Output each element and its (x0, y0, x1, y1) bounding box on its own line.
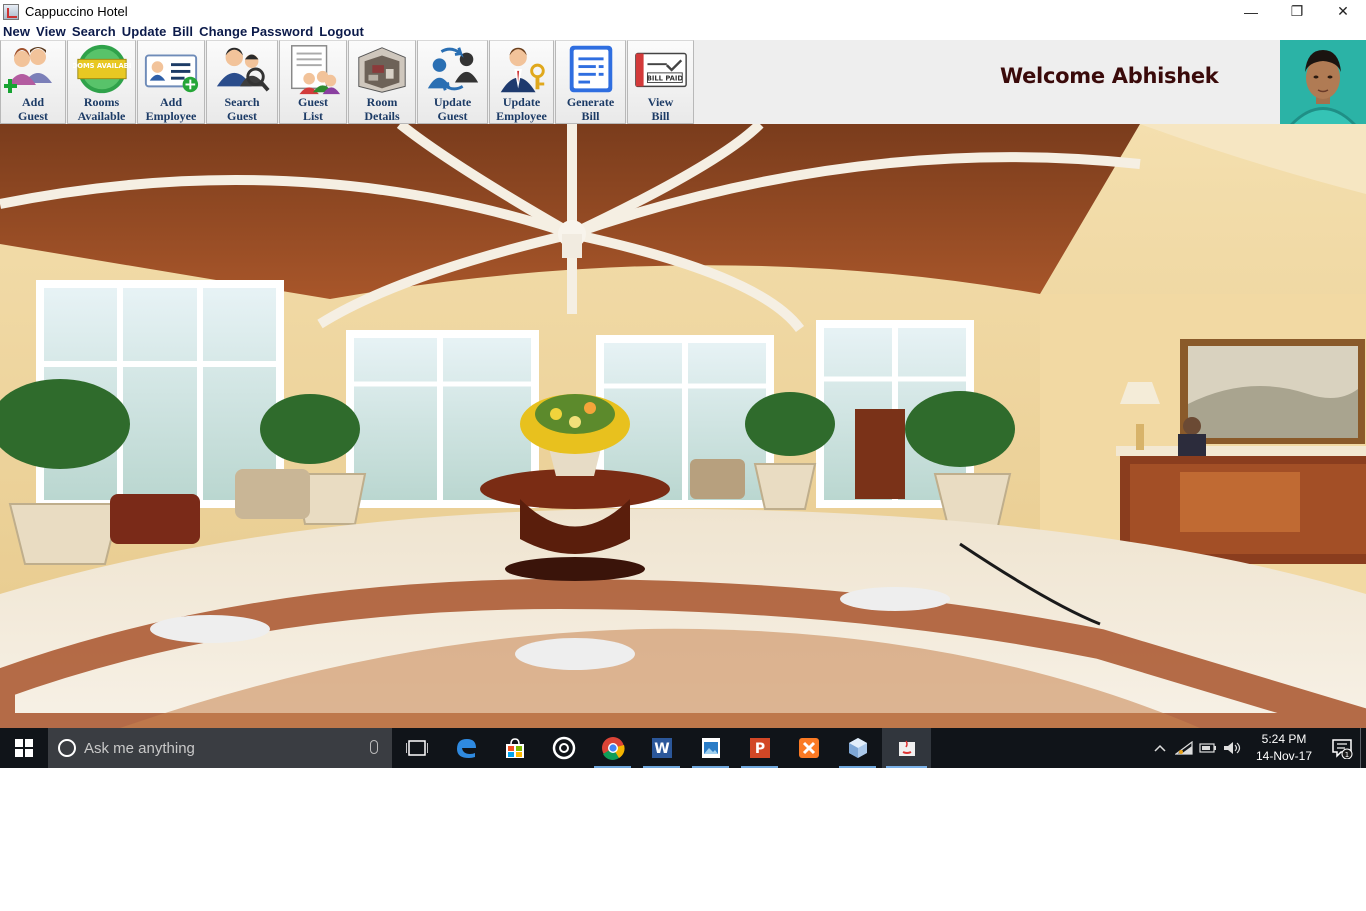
chevron-up-icon[interactable] (1148, 728, 1172, 768)
update-employee-button[interactable]: Update Employee (489, 40, 554, 124)
edge-icon[interactable] (441, 728, 490, 768)
view-bill-button[interactable]: BILL PAID View Bill (627, 40, 694, 124)
add-guest-icon (4, 42, 62, 95)
volume-icon[interactable] (1220, 728, 1244, 768)
search-guest-label: Search Guest (224, 95, 260, 123)
microphone-icon[interactable] (370, 740, 378, 754)
menu-change-password[interactable]: Change Password (199, 24, 313, 39)
hotel-lobby-image (0, 124, 1366, 728)
close-button[interactable]: ✕ (1320, 0, 1366, 23)
window-controls: — ❐ ✕ (1228, 0, 1366, 23)
menu-bar: New View Search Update Bill Change Passw… (0, 23, 1366, 40)
update-guest-label: Update Guest (433, 95, 472, 123)
wifi-icon[interactable] (1172, 728, 1196, 768)
generate-bill-button[interactable]: Generate Bill (555, 40, 626, 124)
search-guest-button[interactable]: Search Guest (206, 40, 278, 124)
groove-icon[interactable] (539, 728, 588, 768)
update-employee-label: Update Employee (496, 95, 547, 123)
svg-text:P: P (754, 741, 764, 757)
room-details-button[interactable]: Room Details (348, 40, 416, 124)
generate-bill-label: Generate Bill (566, 95, 615, 123)
search-guest-icon (213, 42, 271, 95)
menu-bill[interactable]: Bill (172, 24, 193, 39)
task-view-icon[interactable] (392, 728, 441, 768)
view-bill-label: View Bill (647, 95, 674, 123)
add-employee-label: Add Employee (145, 95, 197, 123)
windows-logo-icon (15, 739, 33, 757)
rooms-available-button[interactable]: ROOMS AVAILABLE RoomsAvailable (67, 40, 136, 124)
menu-view[interactable]: View (36, 24, 66, 39)
taskbar-clock[interactable]: 5:24 PM 14-Nov-17 (1250, 731, 1318, 765)
powerpoint-icon[interactable]: P (735, 728, 784, 768)
view-bill-icon: BILL PAID (632, 42, 690, 95)
update-employee-icon (493, 42, 551, 95)
menu-new[interactable]: New (3, 24, 30, 39)
menu-search[interactable]: Search (72, 24, 116, 39)
search-placeholder: Ask me anything (84, 739, 195, 757)
clock-time: 5:24 PM (1261, 732, 1307, 746)
cortana-search-box[interactable]: Ask me anything (48, 728, 392, 768)
room-details-icon (353, 42, 411, 95)
menu-update[interactable]: Update (122, 24, 167, 39)
restore-button[interactable]: ❐ (1274, 0, 1320, 23)
virtualbox-icon[interactable] (833, 728, 882, 768)
guest-list-icon (284, 42, 342, 95)
guest-list-button[interactable]: Guest List (279, 40, 347, 124)
cortana-icon (58, 739, 76, 757)
room-details-label: Room Details (364, 95, 400, 123)
battery-icon[interactable] (1196, 728, 1220, 768)
store-icon[interactable] (490, 728, 539, 768)
welcome-message: Welcome Abhishek (1000, 64, 1219, 88)
user-avatar (1280, 40, 1366, 124)
java-app-icon (3, 3, 19, 20)
generate-bill-icon (562, 42, 620, 95)
chrome-icon[interactable] (588, 728, 637, 768)
system-tray: 5:24 PM 14-Nov-17 1 (1148, 728, 1366, 768)
add-employee-button[interactable]: Add Employee (137, 40, 205, 124)
word-icon[interactable]: W (637, 728, 686, 768)
rooms-available-label: Rooms Available (77, 95, 126, 123)
notification-icon: 1 (1332, 739, 1353, 759)
title-bar: Cappuccino Hotel — ❐ ✕ (0, 0, 1366, 23)
java-icon[interactable] (882, 728, 931, 768)
action-center-button[interactable]: 1 (1324, 728, 1360, 768)
rooms-badge-text: ROOMS AVAILABLE (73, 62, 131, 70)
minimize-button[interactable]: — (1228, 0, 1274, 23)
menu-logout[interactable]: Logout (319, 24, 364, 39)
add-guest-button[interactable]: Add Guest (0, 40, 66, 124)
add-guest-label: Add Guest (18, 95, 48, 123)
photos-icon[interactable] (686, 728, 735, 768)
guest-list-label: Guest List (298, 95, 328, 123)
add-employee-icon (142, 42, 200, 95)
start-button[interactable] (0, 728, 48, 768)
update-guest-button[interactable]: Update Guest (417, 40, 488, 124)
xampp-icon[interactable] (784, 728, 833, 768)
update-guest-icon (424, 42, 482, 95)
clock-date: 14-Nov-17 (1255, 749, 1313, 763)
bill-paid-badge-text: BILL PAID (646, 74, 683, 82)
window-title: Cappuccino Hotel (25, 4, 128, 19)
notification-count: 1 (1345, 751, 1349, 759)
rooms-available-icon: ROOMS AVAILABLE (73, 42, 131, 95)
svg-text:W: W (654, 741, 669, 757)
taskbar: Ask me anything W P 5:24 PM 14-Nov-17 1 (0, 728, 1366, 768)
